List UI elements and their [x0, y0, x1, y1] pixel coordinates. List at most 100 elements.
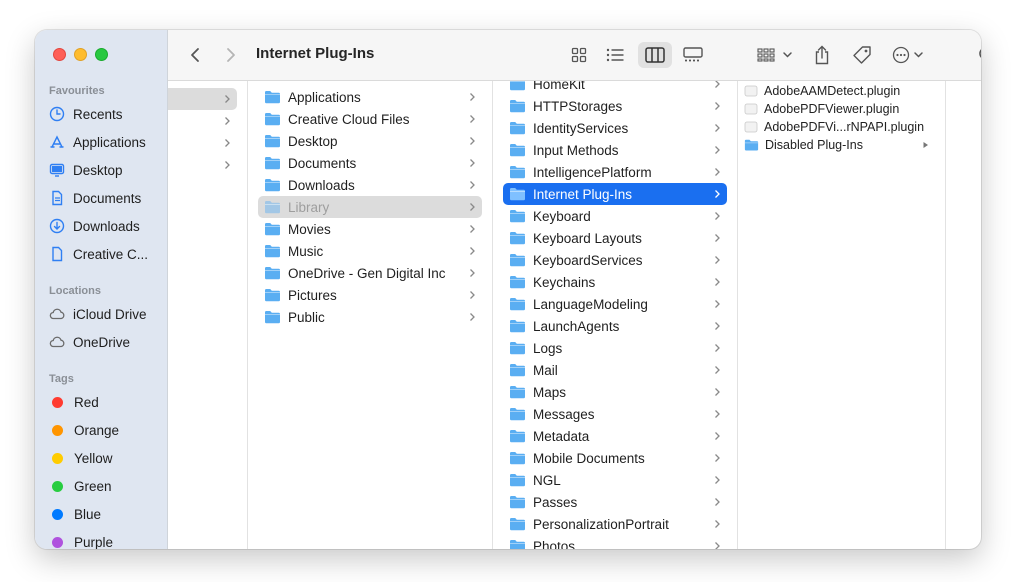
folder-row-creative-cloud-files[interactable]: Creative Cloud Files [258, 108, 482, 130]
folder-row-disabled-plug-ins[interactable]: Disabled Plug-Ins [738, 136, 935, 154]
folder-icon [510, 342, 525, 355]
minimize-button[interactable] [74, 48, 87, 61]
chevron-right-icon [470, 159, 475, 167]
folder-row-keyboard-layouts[interactable]: Keyboard Layouts [503, 227, 727, 249]
sidebar-item-icloud-drive[interactable]: iCloud Drive [49, 302, 147, 326]
chevron-left-icon [191, 48, 199, 62]
folder-name: Messages [533, 406, 595, 422]
folder-row-photos[interactable]: Photos [503, 535, 727, 549]
folder-row-logs[interactable]: Logs [503, 337, 727, 359]
folder-row-mobile-documents[interactable]: Mobile Documents [503, 447, 727, 469]
chevron-right-icon [227, 48, 235, 62]
sidebar-tag-blue[interactable]: Blue [49, 502, 101, 526]
plugin-row[interactable]: AdobeAAMDetect.plugin [738, 82, 935, 100]
sidebar-item-recents[interactable]: Recents [49, 102, 123, 126]
sidebar-item-applications[interactable]: Applications [49, 130, 146, 154]
sidebar-item-label: Blue [74, 506, 102, 522]
column-view-button[interactable] [638, 42, 672, 68]
folder-row-launchagents[interactable]: LaunchAgents [503, 315, 727, 337]
plugin-row[interactable]: AdobePDFViewer.plugin [738, 100, 935, 118]
folder-row-pictures[interactable]: Pictures [258, 284, 482, 306]
folder-row-internet-plug-ins[interactable]: Internet Plug-Ins [503, 183, 727, 205]
folder-name: Metadata [533, 428, 590, 444]
gallery-view-button[interactable] [680, 42, 706, 68]
folder-row-keyboardservices[interactable]: KeyboardServices [503, 249, 727, 271]
folder-icon [510, 100, 525, 113]
column-row[interactable] [168, 132, 237, 154]
chevron-right-icon [715, 366, 720, 374]
folder-row-input-methods[interactable]: Input Methods [503, 139, 727, 161]
folder-name: Maps [533, 384, 567, 400]
gallery-view-icon [683, 47, 703, 62]
folder-row-library[interactable]: Library [258, 196, 482, 218]
sidebar-tag-yellow[interactable]: Yellow [49, 446, 113, 470]
search-button[interactable] [976, 42, 981, 68]
icon-view-button[interactable] [566, 42, 592, 68]
group-button[interactable] [756, 42, 796, 68]
close-button[interactable] [53, 48, 66, 61]
folder-row-identityservices[interactable]: IdentityServices [503, 117, 727, 139]
chevron-right-icon [715, 81, 720, 88]
chevron-right-icon [715, 344, 720, 352]
folder-row-personalizationportrait[interactable]: PersonalizationPortrait [503, 513, 727, 535]
folder-row-passes[interactable]: Passes [503, 491, 727, 513]
folder-icon [510, 408, 525, 421]
folder-row-applications[interactable]: Applications [258, 86, 482, 108]
folder-row-maps[interactable]: Maps [503, 381, 727, 403]
folder-icon [510, 122, 525, 135]
folder-name: Passes [533, 494, 578, 510]
list-view-button[interactable] [602, 42, 628, 68]
tag-button[interactable] [850, 42, 874, 68]
sidebar-item-label: OneDrive [73, 334, 131, 350]
folder-row-music[interactable]: Music [258, 240, 482, 262]
folder-row-keyboard[interactable]: Keyboard [503, 205, 727, 227]
icon-view-icon [571, 47, 587, 63]
column-row[interactable] [168, 154, 237, 176]
folder-icon [510, 452, 525, 465]
sidebar-tag-orange[interactable]: Orange [49, 418, 119, 442]
column-row-selected[interactable] [168, 88, 237, 110]
sidebar-item-label: Applications [73, 134, 146, 150]
folder-row-httpstorages[interactable]: HTTPStorages [503, 95, 727, 117]
folder-name: LaunchAgents [533, 318, 620, 334]
sidebar-item-downloads[interactable]: Downloads [49, 214, 140, 238]
sidebar-item-documents[interactable]: Documents [49, 186, 141, 210]
folder-row-homekit[interactable]: HomeKit [503, 81, 727, 95]
folder-icon [510, 386, 525, 399]
folder-row-public[interactable]: Public [258, 306, 482, 328]
plugin-row[interactable]: AdobePDFVi...rNPAPI.plugin [738, 118, 935, 136]
more-actions-button[interactable] [890, 42, 930, 68]
share-button[interactable] [811, 42, 833, 68]
sidebar-item-onedrive[interactable]: OneDrive [49, 330, 130, 354]
sidebar-item-desktop[interactable]: Desktop [49, 158, 123, 182]
folder-row-documents[interactable]: Documents [258, 152, 482, 174]
sidebar-tag-green[interactable]: Green [49, 474, 112, 498]
folder-row-ngl[interactable]: NGL [503, 469, 727, 491]
chevron-right-icon [715, 388, 720, 396]
folder-row-metadata[interactable]: Metadata [503, 425, 727, 447]
column-row[interactable] [168, 110, 237, 132]
chevron-right-icon [715, 520, 720, 528]
sidebar-tag-red[interactable]: Red [49, 390, 99, 414]
folder-row-movies[interactable]: Movies [258, 218, 482, 240]
folder-row-downloads[interactable]: Downloads [258, 174, 482, 196]
folder-row-desktop[interactable]: Desktop [258, 130, 482, 152]
folder-row-mail[interactable]: Mail [503, 359, 727, 381]
folder-row-keychains[interactable]: Keychains [503, 271, 727, 293]
folder-row-messages[interactable]: Messages [503, 403, 727, 425]
column-library: HomeKit HTTPStorages IdentityServices Input… [493, 81, 738, 549]
folder-row-languagemodeling[interactable]: LanguageModeling [503, 293, 727, 315]
plugin-name: AdobePDFViewer.plugin [764, 102, 900, 116]
folder-row-onedrive-gen-digital-inc[interactable]: OneDrive - Gen Digital Inc [258, 262, 482, 284]
folder-icon [265, 179, 280, 192]
back-button[interactable] [186, 42, 204, 68]
sidebar-item-label: Recents [73, 106, 123, 122]
folder-row-intelligenceplatform[interactable]: IntelligencePlatform [503, 161, 727, 183]
sidebar-item-creative-cloud[interactable]: Creative C... [49, 242, 148, 266]
toolbar: Internet Plug-Ins [168, 30, 981, 81]
folder-name: Music [288, 243, 324, 259]
forward-button[interactable] [222, 42, 240, 68]
folder-icon [510, 188, 525, 201]
zoom-button[interactable] [95, 48, 108, 61]
sidebar-tag-purple[interactable]: Purple [49, 530, 113, 549]
